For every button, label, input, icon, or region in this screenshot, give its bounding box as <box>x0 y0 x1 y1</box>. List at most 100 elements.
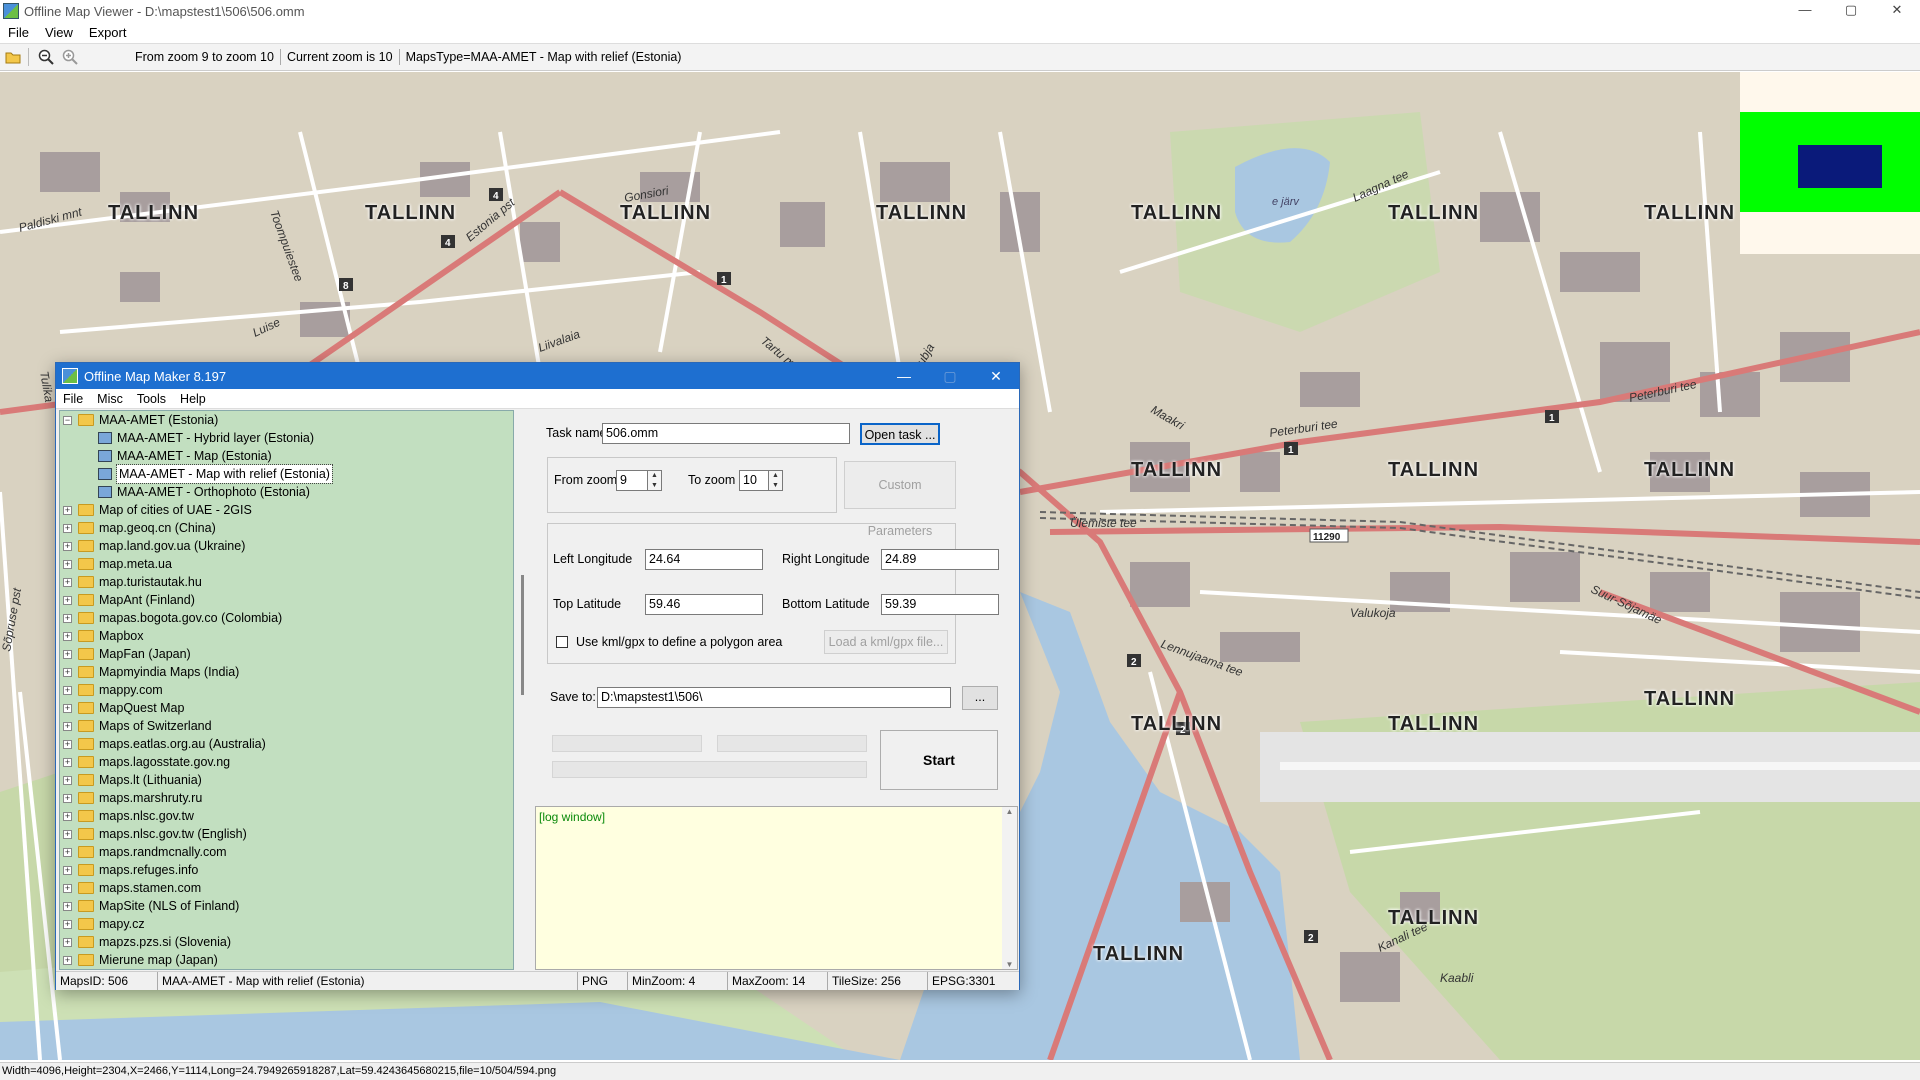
tree-folder-item[interactable]: + maps.nlsc.gov.tw (English) <box>60 825 513 843</box>
expand-icon[interactable]: + <box>63 685 72 695</box>
load-kml-button[interactable]: Load a kml/gpx file... <box>824 630 948 654</box>
tree-map-item[interactable]: MAA-AMET - Map with relief (Estonia) <box>60 464 513 484</box>
tree-folder-item[interactable]: + Mapmyindia Maps (India) <box>60 663 513 681</box>
minimize-button[interactable]: — <box>1782 0 1828 22</box>
collapse-icon[interactable]: − <box>63 415 72 425</box>
tree-map-item[interactable]: MAA-AMET - Map (Estonia) <box>60 447 513 465</box>
log-window[interactable]: [log window] ▲ ▼ <box>535 806 1018 970</box>
expand-icon[interactable]: + <box>63 901 72 911</box>
bottom-latitude-input[interactable]: 59.39 <box>881 594 999 615</box>
expand-icon[interactable]: + <box>63 829 72 839</box>
dialog-menu-help[interactable]: Help <box>173 392 213 406</box>
zoom-out-icon[interactable] <box>35 46 57 68</box>
tree-folder-item[interactable]: + map.geoq.cn (China) <box>60 519 513 537</box>
dialog-titlebar[interactable]: Offline Map Maker 8.197 — ▢ ✕ <box>56 363 1019 389</box>
minimap-viewport[interactable] <box>1798 145 1882 188</box>
close-button[interactable]: ✕ <box>1874 0 1920 22</box>
dialog-maximize-button[interactable]: ▢ <box>927 363 973 389</box>
top-latitude-input[interactable]: 59.46 <box>645 594 763 615</box>
tree-folder-item[interactable]: + Mierune map (Japan) <box>60 951 513 969</box>
tree-map-item[interactable]: MAA-AMET - Orthophoto (Estonia) <box>60 483 513 501</box>
tree-folder-item[interactable]: + maps.refuges.info <box>60 861 513 879</box>
tree-map-item[interactable]: MAA-AMET - Hybrid layer (Estonia) <box>60 429 513 447</box>
tree-folder-item[interactable]: + Maps.lt (Lithuania) <box>60 771 513 789</box>
dialog-menu-misc[interactable]: Misc <box>90 392 130 406</box>
tree-folder-item[interactable]: + MapFan (Japan) <box>60 645 513 663</box>
open-folder-icon[interactable] <box>2 46 24 68</box>
open-task-button[interactable]: Open task ... <box>860 423 940 445</box>
from-zoom-spinner[interactable]: ▲ ▼ <box>648 470 662 491</box>
tree-folder-item[interactable]: + mapzs.pzs.si (Slovenia) <box>60 933 513 951</box>
expand-icon[interactable]: + <box>63 631 72 641</box>
task-name-input[interactable]: 506.omm <box>602 423 850 444</box>
tree-folder-item[interactable]: + maps.marshruty.ru <box>60 789 513 807</box>
from-zoom-input[interactable]: 9 <box>616 470 648 491</box>
dialog-menu-file[interactable]: File <box>56 392 90 406</box>
save-to-input[interactable]: D:\mapstest1\506\ <box>597 687 951 708</box>
log-scrollbar[interactable]: ▲ ▼ <box>1002 807 1017 969</box>
start-button[interactable]: Start <box>880 730 998 790</box>
to-zoom-input[interactable]: 10 <box>739 470 769 491</box>
minimap[interactable] <box>1740 72 1920 254</box>
custom-parameters-button[interactable]: Custom Parameters <box>844 461 956 538</box>
expand-icon[interactable]: + <box>63 775 72 785</box>
expand-icon[interactable]: + <box>63 739 72 749</box>
menu-export[interactable]: Export <box>81 25 135 40</box>
expand-icon[interactable]: + <box>63 757 72 767</box>
to-zoom-spinner[interactable]: ▲ ▼ <box>769 470 783 491</box>
dialog-close-button[interactable]: ✕ <box>973 363 1019 389</box>
expand-icon[interactable]: + <box>63 595 72 605</box>
tree-folder-item[interactable]: + map.turistautak.hu <box>60 573 513 591</box>
expand-icon[interactable]: + <box>63 667 72 677</box>
tree-folder-item[interactable]: + MapQuest Map <box>60 699 513 717</box>
map-source-tree[interactable]: − MAA-AMET (Estonia) MAA-AMET - Hybrid l… <box>59 410 514 970</box>
expand-icon[interactable]: + <box>63 919 72 929</box>
tree-folder-item[interactable]: + Map of cities of UAE - 2GIS <box>60 501 513 519</box>
expand-icon[interactable]: + <box>63 703 72 713</box>
browse-button[interactable]: ... <box>962 686 998 710</box>
tree-folder-item[interactable]: + map.meta.ua <box>60 555 513 573</box>
maximize-button[interactable]: ▢ <box>1828 0 1874 22</box>
tree-folder-item[interactable]: + mappy.com <box>60 681 513 699</box>
dialog-minimize-button[interactable]: — <box>881 363 927 389</box>
use-kml-checkbox[interactable] <box>556 636 568 648</box>
tree-folder-item[interactable]: + Maps of Switzerland <box>60 717 513 735</box>
menu-view[interactable]: View <box>37 25 81 40</box>
expand-icon[interactable]: + <box>63 721 72 731</box>
tree-folder-item[interactable]: + MapAnt (Finland) <box>60 591 513 609</box>
expand-icon[interactable]: + <box>63 955 72 965</box>
left-longitude-input[interactable]: 24.64 <box>645 549 763 570</box>
right-longitude-input[interactable]: 24.89 <box>881 549 999 570</box>
tree-scrollbar-thumb[interactable] <box>521 575 524 695</box>
expand-icon[interactable]: + <box>63 847 72 857</box>
tree-folder-item[interactable]: + mapy.cz <box>60 915 513 933</box>
expand-icon[interactable]: + <box>63 541 72 551</box>
expand-icon[interactable]: + <box>63 811 72 821</box>
expand-icon[interactable]: + <box>63 505 72 515</box>
tree-folder-item[interactable]: + map.land.gov.ua (Ukraine) <box>60 537 513 555</box>
expand-icon[interactable]: + <box>63 937 72 947</box>
tree-folder-item[interactable]: + maps.stamen.com <box>60 879 513 897</box>
expand-icon[interactable]: + <box>63 613 72 623</box>
tree-folder-item[interactable]: + maps.nlsc.gov.tw <box>60 807 513 825</box>
expand-icon[interactable]: + <box>63 793 72 803</box>
map-layer-icon <box>98 432 112 444</box>
tree-folder-item[interactable]: + maps.lagosstate.gov.ng <box>60 753 513 771</box>
zoom-in-icon[interactable] <box>59 46 81 68</box>
folder-icon <box>78 864 94 876</box>
menu-file[interactable]: File <box>0 25 37 40</box>
tree-folder-item[interactable]: + maps.eatlas.org.au (Australia) <box>60 735 513 753</box>
expand-icon[interactable]: + <box>63 883 72 893</box>
expand-icon[interactable]: + <box>63 577 72 587</box>
expand-icon[interactable]: + <box>63 523 72 533</box>
expand-icon[interactable]: + <box>63 559 72 569</box>
tree-folder-item[interactable]: + mapas.bogota.gov.co (Colombia) <box>60 609 513 627</box>
dialog-menu-tools[interactable]: Tools <box>130 392 173 406</box>
tree-folder-item[interactable]: + Mapbox <box>60 627 513 645</box>
tree-folder-item[interactable]: + maps.randmcnally.com <box>60 843 513 861</box>
expand-icon[interactable]: + <box>63 649 72 659</box>
tree-folder-item[interactable]: + MapSite (NLS of Finland) <box>60 897 513 915</box>
tree-root-item[interactable]: − MAA-AMET (Estonia) <box>60 411 513 429</box>
expand-icon[interactable]: + <box>63 865 72 875</box>
tree-scrollbar[interactable] <box>515 410 532 970</box>
